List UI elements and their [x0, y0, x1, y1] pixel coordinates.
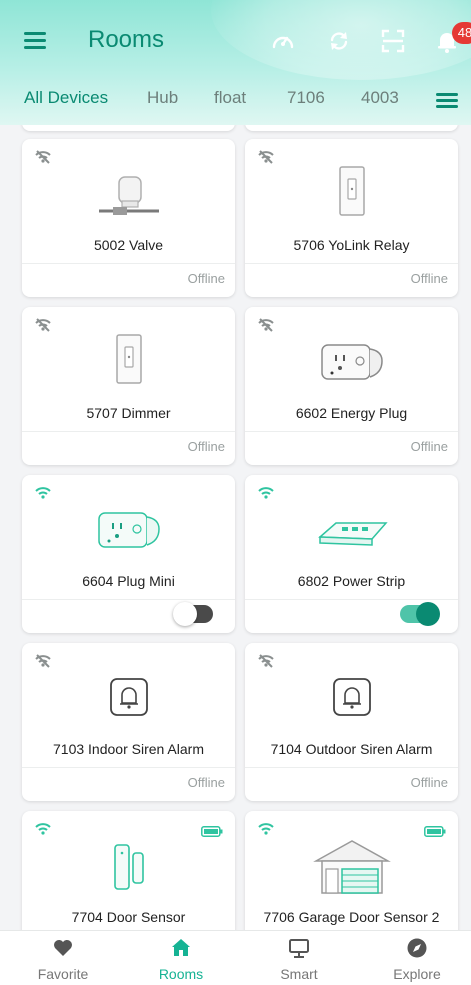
door-sensor-image [89, 835, 169, 899]
compass-icon [406, 937, 428, 959]
wifi-off-icon [257, 149, 275, 165]
card-divider [245, 767, 458, 768]
tabs-menu-icon[interactable] [436, 93, 458, 109]
nav-smart[interactable]: Smart [240, 931, 358, 985]
device-card-6602-energy-plug[interactable]: 6602 Energy Plug Offline [245, 307, 458, 465]
device-name: 7103 Indoor Siren Alarm [53, 741, 204, 757]
device-name: 6802 Power Strip [297, 573, 406, 589]
card-divider [245, 431, 458, 432]
tab-all-devices[interactable]: All Devices [24, 88, 108, 108]
power-toggle[interactable] [400, 602, 440, 626]
toggle-knob [416, 602, 440, 626]
device-name: 7704 Door Sensor [71, 909, 186, 925]
partial-card [245, 125, 458, 131]
device-status: Offline [187, 271, 225, 286]
room-tabs: All Devices Hub float 7106 4003 [0, 88, 471, 116]
page-title: Rooms [88, 26, 165, 53]
device-name: 7104 Outdoor Siren Alarm [270, 741, 433, 757]
heart-icon [52, 937, 74, 959]
device-card-7103-indoor-siren[interactable]: 7103 Indoor Siren Alarm Offline [22, 643, 235, 801]
nav-label: Smart [280, 966, 318, 982]
wifi-off-icon [34, 653, 52, 669]
wall-switch-image [89, 331, 169, 395]
bottom-navigation: Favorite Rooms Smart Explore [0, 930, 471, 985]
device-name: 7706 Garage Door Sensor 2 [263, 909, 440, 925]
nav-explore[interactable]: Explore [358, 931, 471, 985]
device-name: 5707 Dimmer [86, 405, 171, 421]
device-name: 5706 YoLink Relay [293, 237, 410, 253]
gateway-icon[interactable] [270, 28, 296, 54]
wifi-icon [257, 821, 275, 837]
tab-float[interactable]: float [214, 88, 246, 108]
card-divider [245, 599, 458, 600]
card-divider [22, 431, 235, 432]
device-card-6604-plug-mini[interactable]: 6604 Plug Mini [22, 475, 235, 633]
device-status: Offline [410, 271, 448, 286]
monitor-icon [288, 937, 310, 959]
partial-card [22, 125, 235, 131]
wifi-off-icon [257, 317, 275, 333]
siren-image [312, 667, 392, 731]
battery-icon [201, 824, 223, 837]
wifi-off-icon [34, 317, 52, 333]
nav-rooms[interactable]: Rooms [122, 931, 240, 985]
device-status: Offline [410, 439, 448, 454]
sync-icon[interactable] [326, 28, 352, 54]
nav-favorite[interactable]: Favorite [4, 931, 122, 985]
tab-hub[interactable]: Hub [147, 88, 178, 108]
tab-7106[interactable]: 7106 [287, 88, 325, 108]
plug-image [312, 331, 392, 395]
device-card-7104-outdoor-siren[interactable]: 7104 Outdoor Siren Alarm Offline [245, 643, 458, 801]
tab-4003[interactable]: 4003 [361, 88, 399, 108]
device-status: Offline [410, 775, 448, 790]
nav-label: Favorite [37, 966, 89, 982]
garage-image [312, 835, 392, 899]
device-name: 5002 Valve [93, 237, 163, 253]
device-card-5707-dimmer[interactable]: 5707 Dimmer Offline [22, 307, 235, 465]
device-card-5706-yolink-relay[interactable]: 5706 YoLink Relay Offline [245, 139, 458, 297]
home-icon [170, 937, 192, 959]
card-divider [22, 767, 235, 768]
wifi-icon [257, 485, 275, 501]
wifi-off-icon [34, 149, 52, 165]
device-name: 6602 Energy Plug [295, 405, 408, 421]
notification-badge: 48 [452, 22, 471, 44]
card-divider [22, 263, 235, 264]
nav-label: Rooms [158, 966, 204, 982]
device-name: 6604 Plug Mini [82, 573, 175, 589]
nav-label: Explore [393, 966, 441, 982]
scan-icon[interactable] [380, 28, 406, 54]
power-strip-image [312, 499, 392, 563]
battery-icon [424, 824, 446, 837]
device-card-6802-power-strip[interactable]: 6802 Power Strip [245, 475, 458, 633]
plug-image [89, 499, 169, 563]
hamburger-menu-icon[interactable] [24, 32, 46, 50]
wall-switch-image [312, 163, 392, 227]
wifi-icon [34, 485, 52, 501]
power-toggle[interactable] [173, 602, 213, 626]
top-bar: Rooms 48 [0, 14, 471, 70]
device-grid: 5002 Valve Offline 5706 YoLink Relay Off… [0, 125, 471, 930]
siren-image [89, 667, 169, 731]
valve-image [89, 163, 169, 227]
device-status: Offline [187, 439, 225, 454]
wifi-icon [34, 821, 52, 837]
device-card-7704-door-sensor[interactable]: 7704 Door Sensor [22, 811, 235, 930]
device-card-5002-valve[interactable]: 5002 Valve Offline [22, 139, 235, 297]
card-divider [245, 263, 458, 264]
wifi-off-icon [257, 653, 275, 669]
device-card-7706-garage-door-sensor[interactable]: 7706 Garage Door Sensor 2 [245, 811, 458, 930]
toggle-knob [173, 602, 197, 626]
app-header: Rooms 48 All Devices Hub float 7106 4003 [0, 0, 471, 125]
card-divider [22, 599, 235, 600]
device-status: Offline [187, 775, 225, 790]
